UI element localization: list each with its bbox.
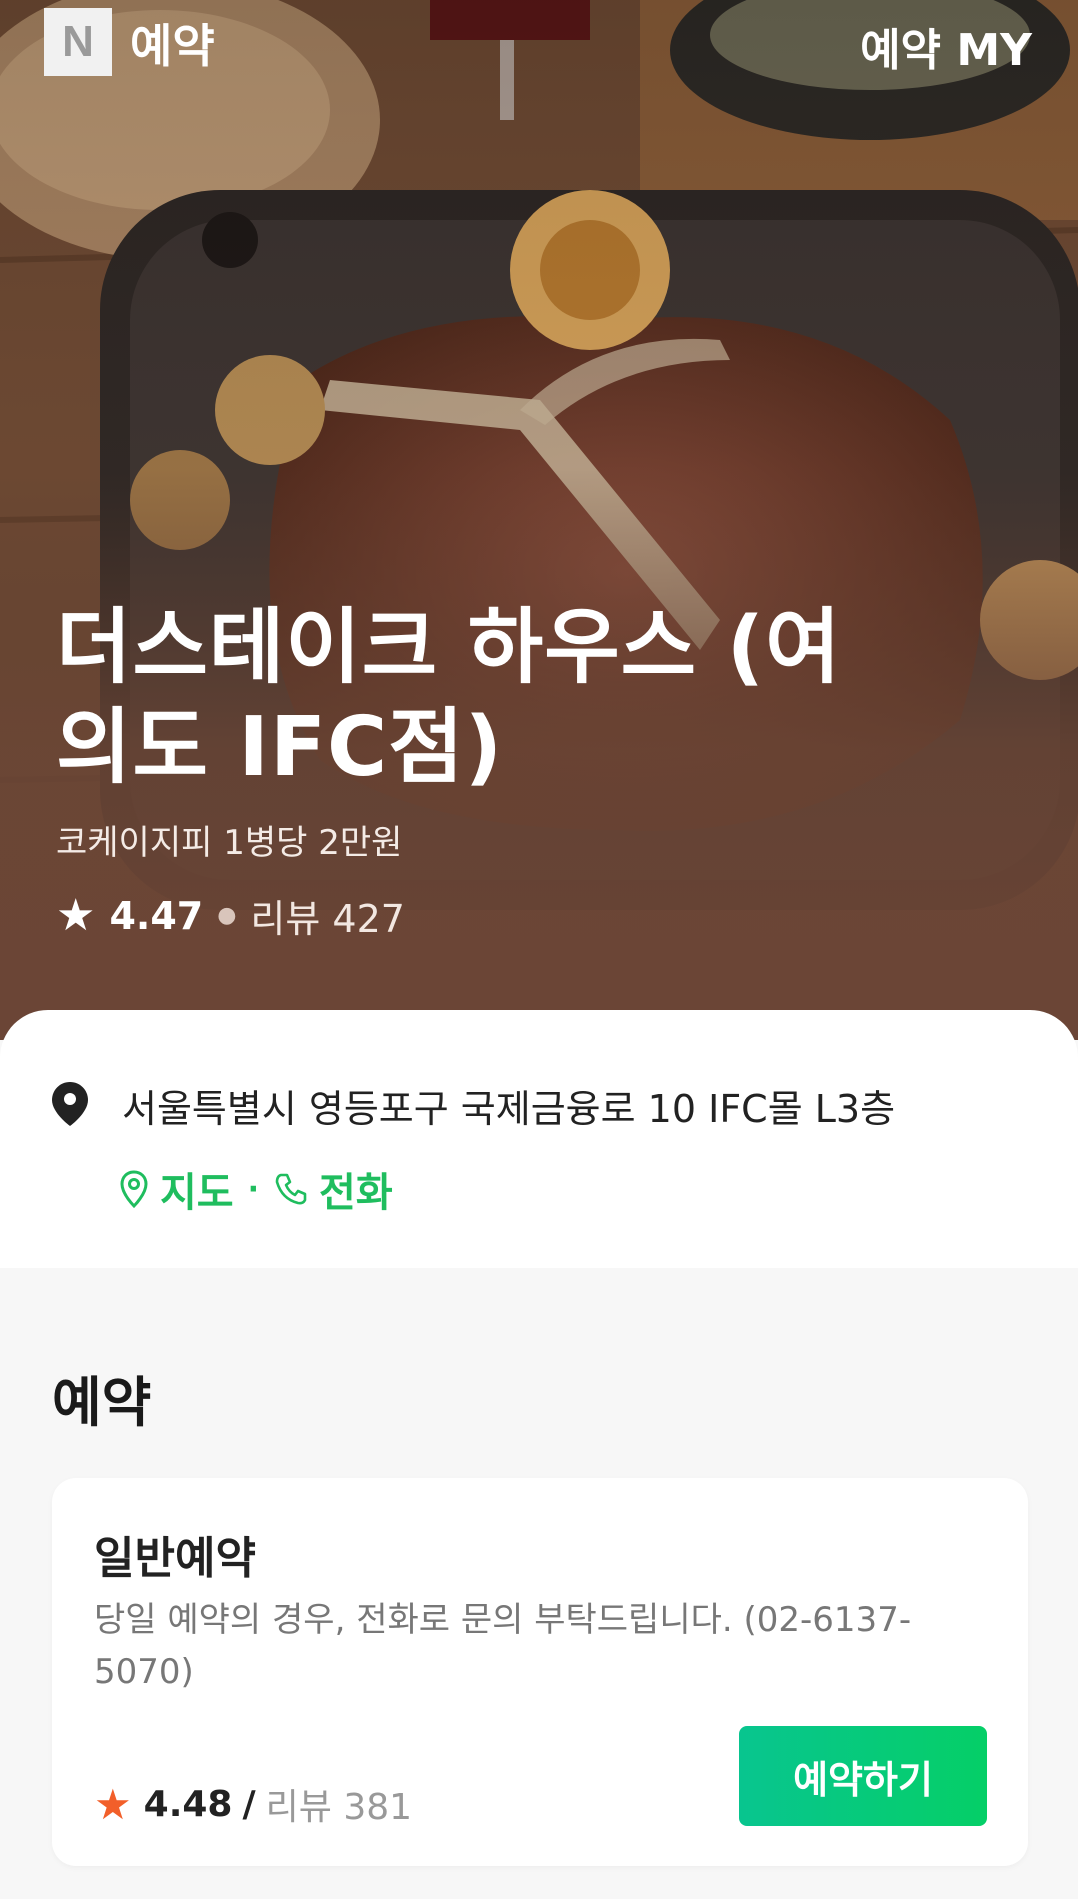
store-rating-score: 4.47 xyxy=(109,893,204,938)
brand-label[interactable]: 예약 xyxy=(130,10,215,76)
rating-slash: / xyxy=(242,1783,256,1825)
reservation-rating-score: 4.48 xyxy=(143,1783,233,1825)
store-rating-row: ★ 4.47 ● 리뷰 427 xyxy=(56,888,405,943)
hero-banner: N 예약 예약 MY 더스테이크 하우스 (여의도 IFC점) 코케이지피 1병… xyxy=(0,0,1078,1040)
naver-logo-letter: N xyxy=(62,17,94,66)
naver-logo[interactable]: N xyxy=(44,8,112,76)
reservation-description: 당일 예약의 경우, 전화로 문의 부탁드립니다. (02-6137-5070) xyxy=(94,1600,912,1692)
map-link[interactable]: 지도 xyxy=(160,1160,234,1218)
location-pin-icon xyxy=(52,1082,88,1126)
reservation-review-count[interactable]: 리뷰 381 xyxy=(266,1778,412,1830)
store-address: 서울특별시 영등포구 국제금융로 10 IFC몰 L3층 xyxy=(122,1087,896,1131)
store-actions: 지도 · 전화 xyxy=(118,1160,393,1218)
top-bar: N 예약 예약 MY xyxy=(0,0,1078,90)
book-button[interactable]: 예약하기 xyxy=(739,1726,987,1826)
phone-icon xyxy=(275,1173,307,1205)
store-info-card: 서울특별시 영등포구 국제금융로 10 IFC몰 L3층 지도 · 전화 xyxy=(0,1010,1078,1268)
reservation-type: 일반예약 xyxy=(94,1533,256,1584)
map-pin-outline-icon xyxy=(120,1170,148,1209)
dot-separator: ● xyxy=(217,903,237,928)
reservation-card[interactable]: 일반예약 당일 예약의 경우, 전화로 문의 부탁드립니다. (02-6137-… xyxy=(52,1478,1028,1866)
phone-link[interactable]: 전화 xyxy=(319,1160,393,1218)
store-review-count[interactable]: 리뷰 427 xyxy=(250,888,405,943)
star-icon: ★ xyxy=(94,1779,132,1829)
reservation-rating-row: ★ 4.48 / 리뷰 381 xyxy=(94,1778,412,1830)
store-title: 더스테이크 하우스 (여의도 IFC점) xyxy=(56,600,842,795)
hero-food-image xyxy=(0,0,1078,1040)
store-subtitle: 코케이지피 1병당 2만원 xyxy=(56,823,403,863)
star-icon: ★ xyxy=(56,890,96,941)
my-reservations-link[interactable]: 예약 MY xyxy=(860,14,1032,78)
action-separator: · xyxy=(247,1171,260,1207)
reservation-section-title: 예약 xyxy=(52,1371,152,1434)
